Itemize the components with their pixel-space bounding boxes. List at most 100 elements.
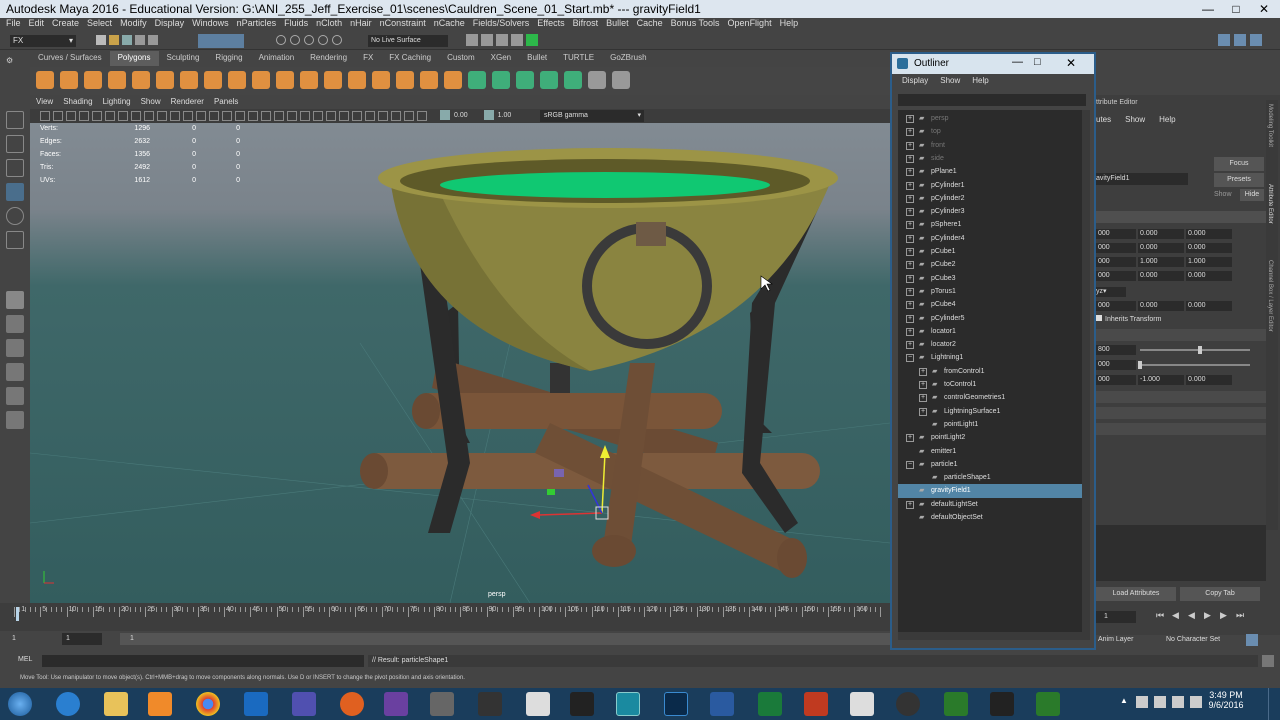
attribute-editor-icon[interactable] <box>1234 34 1246 46</box>
shelf-tool-icon[interactable] <box>84 71 102 89</box>
excel-icon[interactable] <box>758 692 782 716</box>
viewport-toolbar-icon[interactable] <box>144 111 154 121</box>
channel-box-tab[interactable]: Channel Box / Layer Editor <box>1267 260 1273 332</box>
lasso-tool-icon[interactable] <box>6 135 24 153</box>
snap-plane-icon[interactable] <box>318 35 328 45</box>
modeling-toolkit-tab[interactable]: Modeling Toolkit <box>1267 104 1273 147</box>
section-header[interactable] <box>1096 391 1266 403</box>
maya-icon[interactable] <box>616 692 640 716</box>
shelf-tool-icon[interactable] <box>564 71 582 89</box>
outliner-menu-display[interactable]: Display <box>902 76 928 90</box>
zbrush-icon[interactable] <box>850 692 874 716</box>
menu-item-windows[interactable]: Windows <box>192 18 229 32</box>
transform-field[interactable]: 000 <box>1096 243 1136 253</box>
transform-field[interactable]: 000 <box>1096 229 1136 239</box>
transform-field[interactable]: 000 <box>1096 257 1136 267</box>
transform-field[interactable]: 0.000 <box>1138 229 1184 239</box>
menu-item-modify[interactable]: Modify <box>120 18 147 32</box>
expand-icon[interactable]: + <box>906 287 914 296</box>
internet-explorer-icon[interactable] <box>56 692 80 716</box>
transform-field[interactable]: 0.000 <box>1138 243 1184 253</box>
tray-expand-icon[interactable]: ▲ <box>1120 696 1130 706</box>
shelf-tool-icon[interactable] <box>108 71 126 89</box>
tool-settings-icon[interactable] <box>1250 34 1262 46</box>
section-header[interactable] <box>1096 329 1266 341</box>
shelf-tool-icon[interactable] <box>252 71 270 89</box>
mel-input[interactable] <box>42 655 364 667</box>
step-forward-icon[interactable]: ▶ <box>1220 610 1227 621</box>
viewport-toolbar-icon[interactable] <box>339 111 349 121</box>
outliner-item-locator2[interactable]: + ▰ locator2 <box>898 338 1082 351</box>
outliner-search-field[interactable] <box>898 94 1086 106</box>
ipr-render-icon[interactable] <box>481 34 493 46</box>
network-icon[interactable] <box>1154 696 1166 708</box>
magnitude-field[interactable]: 800 <box>1096 345 1136 355</box>
volume-icon[interactable] <box>1172 696 1184 708</box>
anim-layer-label[interactable]: Anim Layer <box>1098 633 1133 647</box>
time-slider[interactable]: 1 5 10 15 20 25 30 35 40 45 50 55 60 65 70 75 80 85 90 95 10… <box>0 603 890 631</box>
menu-show[interactable]: Show <box>1125 115 1145 124</box>
menu-item-fluids[interactable]: Fluids <box>284 18 308 32</box>
undo-icon[interactable] <box>135 35 145 45</box>
magnitude-slider[interactable] <box>1140 349 1250 351</box>
maximize-icon[interactable]: □ <box>1222 0 1250 18</box>
menu-item-cache[interactable]: Cache <box>637 18 663 32</box>
new-scene-icon[interactable] <box>96 35 106 45</box>
attenuation-slider[interactable] <box>1140 364 1250 366</box>
manipulator-z-axis[interactable] <box>587 484 603 514</box>
hide-button[interactable]: Hide <box>1240 189 1264 201</box>
epic-games-icon[interactable] <box>570 692 594 716</box>
selection-mask-icons[interactable] <box>198 34 244 48</box>
viewport-menu-show[interactable]: Show <box>141 97 161 109</box>
step-back-icon[interactable]: ◀ <box>1172 610 1179 621</box>
expand-icon[interactable]: + <box>906 327 914 336</box>
gamma-value[interactable]: 1.00 <box>498 110 512 122</box>
outliner-item-pcube1[interactable]: + ▰ pCube1 <box>898 245 1082 258</box>
menu-attributes[interactable]: utes <box>1096 115 1111 124</box>
shelf-tool-icon[interactable] <box>348 71 366 89</box>
close-icon[interactable]: ✕ <box>1066 56 1076 70</box>
expand-icon[interactable]: + <box>906 194 914 203</box>
outlook-icon[interactable] <box>244 692 268 716</box>
transform-field[interactable]: 0.000 <box>1186 271 1232 281</box>
shelf-tool-icon[interactable] <box>492 71 510 89</box>
shear-field[interactable]: 000 <box>1096 301 1136 311</box>
open-scene-icon[interactable] <box>109 35 119 45</box>
menu-item-bifrost[interactable]: Bifrost <box>573 18 599 32</box>
shelf-tool-icon[interactable] <box>516 71 534 89</box>
outliner-item-pcylinder2[interactable]: + ▰ pCylinder2 <box>898 192 1082 205</box>
node-name-field[interactable]: avityField1 <box>1096 173 1188 185</box>
expand-icon[interactable]: + <box>906 341 914 350</box>
shelf-tab-bullet[interactable]: Bullet <box>519 51 555 66</box>
redo-icon[interactable] <box>148 35 158 45</box>
expand-icon[interactable]: + <box>906 261 914 270</box>
outliner-item-lightning1[interactable]: − ▰ Lightning1 <box>898 351 1082 364</box>
tray-icon[interactable] <box>1136 696 1148 708</box>
expand-icon[interactable]: + <box>906 154 914 163</box>
outliner-item-persp[interactable]: + ▰ persp <box>898 112 1082 125</box>
transform-section-header[interactable] <box>1096 211 1266 223</box>
expand-icon[interactable]: + <box>906 500 914 509</box>
shelf-tool-icon[interactable] <box>204 71 222 89</box>
close-icon[interactable]: ✕ <box>1250 0 1278 18</box>
shelf-tab-rendering[interactable]: Rendering <box>302 51 355 66</box>
outliner-item-pointlight1[interactable]: ▰ pointLight1 <box>898 418 1082 431</box>
outliner-item-front[interactable]: + ▰ front <box>898 139 1082 152</box>
shelf-tab-custom[interactable]: Custom <box>439 51 483 66</box>
menu-item-nparticles[interactable]: nParticles <box>237 18 277 32</box>
color-space-dropdown[interactable]: sRGB gamma ▾ <box>540 110 644 122</box>
menu-item-nconstraint[interactable]: nConstraint <box>380 18 426 32</box>
section-header[interactable] <box>1096 423 1266 435</box>
layout-single-icon[interactable] <box>6 291 24 309</box>
shelf-tab-fx-caching[interactable]: FX Caching <box>381 51 439 66</box>
shelf-tool-icon[interactable] <box>60 71 78 89</box>
outliner-hscrollbar[interactable] <box>898 632 1082 640</box>
viewport-toolbar-icon[interactable] <box>209 111 219 121</box>
select-tool-icon[interactable] <box>6 111 24 129</box>
live-surface-field[interactable]: No Live Surface <box>368 35 448 47</box>
render-settings-icon[interactable] <box>496 34 508 46</box>
word-icon[interactable] <box>710 692 734 716</box>
menu-item-select[interactable]: Select <box>87 18 112 32</box>
manipulator-plane-handle[interactable] <box>554 469 564 477</box>
shelf-tool-icon[interactable] <box>468 71 486 89</box>
